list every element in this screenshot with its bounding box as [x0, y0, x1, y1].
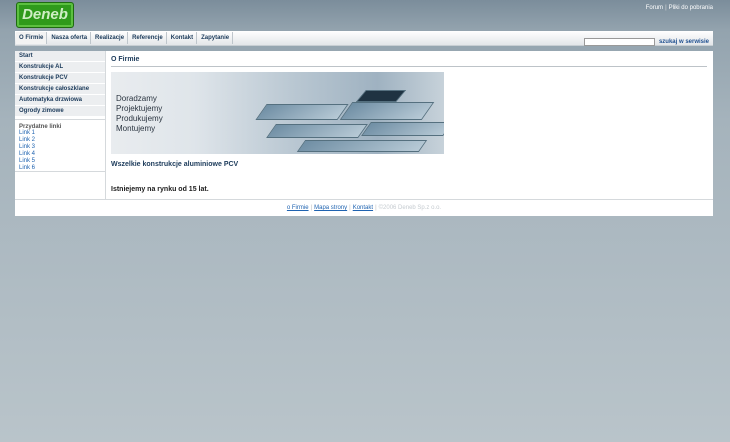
search-button[interactable]: szukaj w serwisie: [659, 39, 709, 45]
slogan-text: Montujemy: [116, 124, 156, 133]
slogan-text: Produkujemy: [116, 114, 163, 123]
logo[interactable]: Deneb: [16, 2, 74, 28]
sidebar-item-start[interactable]: Start: [15, 51, 105, 62]
nav-item-zapytanie[interactable]: Zapytanie: [198, 32, 234, 44]
content-line-1: Wszelkie konstrukcje aluminiowe PCV: [111, 161, 239, 168]
footer: o Firmie | Mapa strony | Kontakt | ©2006 Deneb…: [15, 199, 713, 217]
page-title: O Firmie: [111, 51, 707, 67]
sidebar-link-5[interactable]: Link 5: [15, 158, 105, 165]
footer-link-o-firmie[interactable]: o Firmie: [287, 205, 309, 211]
search-box: szukaj w serwisie: [583, 33, 709, 46]
content-area: O Firmie Doradzamy Projektujemy Produkuj…: [111, 51, 707, 199]
banner-window-shape: [361, 122, 444, 136]
separator: |: [665, 5, 667, 11]
main-panel: Start Konstrukcje AL Konstrukcje PCV Kon…: [15, 51, 713, 216]
downloads-link[interactable]: Pliki do pobrania: [669, 5, 713, 11]
footer-link-mapa-strony[interactable]: Mapa strony: [314, 205, 347, 211]
sidebar-item-konstrukcje-pcv[interactable]: Konstrukcje PCV: [15, 73, 105, 84]
sidebar-link-4[interactable]: Link 4: [15, 151, 105, 158]
sidebar-link-1[interactable]: Link 1: [15, 130, 105, 137]
sidebar-item-ogrody-zimowe[interactable]: Ogrody zimowe: [15, 106, 105, 117]
nav-item-nasza-oferta[interactable]: Nasza oferta: [48, 32, 92, 44]
banner-window-shape: [296, 140, 428, 152]
sidebar: Start Konstrukcje AL Konstrukcje PCV Kon…: [15, 51, 106, 199]
slogan-text: Doradzamy: [116, 94, 157, 103]
separator: |: [310, 205, 313, 211]
nav-item-referencje[interactable]: Referencje: [129, 32, 167, 44]
sidebar-item-konstrukcje-caloszklane[interactable]: Konstrukcje całoszklane: [15, 84, 105, 95]
top-links: Forum | Pliki do pobrania: [646, 5, 713, 11]
content-line-2: Istniejemy na rynku od 15 lat.: [111, 186, 209, 193]
nav-item-o-firmie[interactable]: O Firmie: [16, 32, 48, 44]
main-nav: O Firmie Nasza oferta Realizacje Referen…: [15, 31, 713, 46]
separator: |: [349, 205, 351, 211]
forum-link[interactable]: Forum: [646, 5, 663, 11]
banner-window-shape: [266, 124, 368, 138]
separator: |: [375, 205, 377, 211]
slogan-text: Projektujemy: [116, 104, 163, 113]
sidebar-item-konstrukcje-al[interactable]: Konstrukcje AL: [15, 62, 105, 73]
banner-image: Doradzamy Projektujemy Produkujemy Montu…: [111, 72, 444, 154]
sidebar-divider: [15, 171, 105, 172]
banner-window-shape: [339, 102, 435, 120]
nav-item-realizacje[interactable]: Realizacje: [92, 32, 129, 44]
copyright: ©2006 Deneb Sp.z o.o.: [378, 205, 442, 211]
sidebar-link-2[interactable]: Link 2: [15, 137, 105, 144]
banner-window-shape: [355, 90, 407, 102]
banner-slogans: Doradzamy Projektujemy Produkujemy Montu…: [116, 94, 163, 134]
sidebar-item-automatyka-drzwiowa[interactable]: Automatyka drzwiowa: [15, 95, 105, 106]
links-heading: Przydatne linki: [15, 119, 105, 130]
footer-link-kontakt[interactable]: Kontakt: [353, 205, 373, 211]
search-input[interactable]: [583, 37, 655, 46]
banner-window-shape: [255, 104, 349, 120]
sidebar-link-3[interactable]: Link 3: [15, 144, 105, 151]
nav-item-kontakt[interactable]: Kontakt: [168, 32, 198, 44]
